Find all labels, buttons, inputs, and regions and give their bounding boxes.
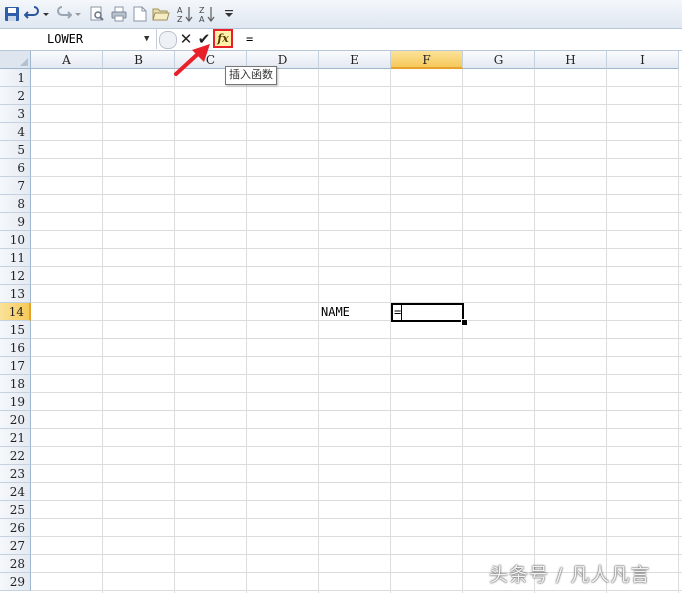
- cell-e14[interactable]: NAME: [321, 303, 350, 321]
- worksheet-grid[interactable]: A B C D E F G H I 1 2 3 4 5 6 7 8 9 10 11 12 13 14 15 1…: [0, 51, 682, 593]
- svg-text:Z: Z: [177, 15, 183, 23]
- name-box[interactable]: LOWER ▼: [0, 29, 157, 49]
- watermark: 头条号 / 凡人凡言: [489, 564, 651, 586]
- row-header-18[interactable]: 18: [0, 375, 31, 393]
- name-box-dropdown-icon[interactable]: ▼: [144, 29, 149, 49]
- insert-function-tooltip: 插入函数: [225, 66, 277, 85]
- sort-descending-icon[interactable]: ZA: [198, 5, 216, 23]
- sort-ascending-icon[interactable]: AZ: [176, 5, 194, 23]
- print-preview-icon[interactable]: [88, 5, 106, 23]
- print-icon[interactable]: [110, 5, 128, 23]
- open-icon[interactable]: [152, 5, 170, 23]
- row-header-8[interactable]: 8: [0, 195, 31, 213]
- cell-area[interactable]: NAME =: [31, 69, 682, 593]
- row-header-12[interactable]: 12: [0, 267, 31, 285]
- undo-icon[interactable]: [24, 5, 40, 23]
- row-header-6[interactable]: 6: [0, 159, 31, 177]
- row-header-5[interactable]: 5: [0, 141, 31, 159]
- column-header-a[interactable]: A: [31, 51, 103, 69]
- name-box-value[interactable]: LOWER: [47, 29, 83, 49]
- save-icon[interactable]: [3, 5, 21, 23]
- svg-text:Z: Z: [199, 6, 205, 15]
- row-header-26[interactable]: 26: [0, 519, 31, 537]
- column-header-i[interactable]: I: [607, 51, 679, 69]
- column-header-h[interactable]: H: [535, 51, 607, 69]
- column-header-f[interactable]: F: [391, 51, 463, 69]
- active-cell-value[interactable]: =: [393, 305, 403, 320]
- column-header-g[interactable]: G: [463, 51, 535, 69]
- row-header-2[interactable]: 2: [0, 87, 31, 105]
- row-header-29[interactable]: 29: [0, 573, 31, 591]
- row-header-11[interactable]: 11: [0, 249, 31, 267]
- fill-handle[interactable]: [461, 319, 468, 326]
- row-header-22[interactable]: 22: [0, 447, 31, 465]
- row-header-10[interactable]: 10: [0, 231, 31, 249]
- select-all-button[interactable]: [0, 51, 31, 69]
- row-header-25[interactable]: 25: [0, 501, 31, 519]
- active-cell-f14[interactable]: =: [391, 303, 464, 322]
- redo-icon[interactable]: [56, 5, 72, 23]
- customize-icon[interactable]: [223, 5, 235, 23]
- row-header-4[interactable]: 4: [0, 123, 31, 141]
- redo-dropdown-icon[interactable]: [74, 5, 82, 23]
- row-header-3[interactable]: 3: [0, 105, 31, 123]
- row-header-13[interactable]: 13: [0, 285, 31, 303]
- row-header-27[interactable]: 27: [0, 537, 31, 555]
- new-icon[interactable]: [132, 5, 148, 23]
- formula-bar: LOWER ▼ ✕ ✔ fx =: [0, 29, 682, 51]
- row-header-24[interactable]: 24: [0, 483, 31, 501]
- row-header-28[interactable]: 28: [0, 555, 31, 573]
- annotation-arrow-icon: [174, 44, 210, 76]
- row-header-14[interactable]: 14: [0, 303, 31, 321]
- svg-text:A: A: [177, 6, 183, 15]
- row-header-19[interactable]: 19: [0, 393, 31, 411]
- column-header-e[interactable]: E: [319, 51, 391, 69]
- row-header-21[interactable]: 21: [0, 429, 31, 447]
- quick-access-toolbar: AZ ZA: [0, 0, 682, 29]
- row-header-9[interactable]: 9: [0, 213, 31, 231]
- row-header-23[interactable]: 23: [0, 465, 31, 483]
- row-header-20[interactable]: 20: [0, 411, 31, 429]
- formula-input[interactable]: =: [246, 29, 253, 49]
- row-header-7[interactable]: 7: [0, 177, 31, 195]
- svg-text:A: A: [199, 15, 205, 23]
- row-header-16[interactable]: 16: [0, 339, 31, 357]
- row-header-17[interactable]: 17: [0, 357, 31, 375]
- row-header-1[interactable]: 1: [0, 69, 31, 87]
- undo-dropdown-icon[interactable]: [42, 5, 50, 23]
- column-header-b[interactable]: B: [103, 51, 175, 69]
- row-header-15[interactable]: 15: [0, 321, 31, 339]
